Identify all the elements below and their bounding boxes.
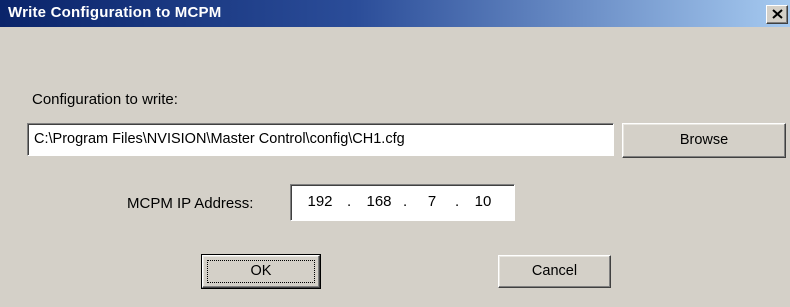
focus-rectangle (207, 260, 315, 283)
ip-octet-1[interactable]: 192 (303, 193, 337, 210)
ip-address-label: MCPM IP Address: (127, 195, 254, 212)
title-bar[interactable]: Write Configuration to MCPM (0, 0, 790, 27)
ip-octet-3[interactable]: 7 (415, 193, 449, 210)
close-icon (772, 9, 783, 19)
ip-address-input[interactable]: 192 . 168 . 7 . 10 (290, 184, 515, 221)
ip-separator: . (403, 193, 408, 210)
close-button[interactable] (766, 5, 788, 24)
configuration-label: Configuration to write: (32, 91, 178, 108)
write-config-dialog: Write Configuration to MCPM Configuratio… (0, 0, 790, 307)
cancel-button[interactable]: Cancel (498, 255, 611, 288)
configuration-path-input[interactable]: C:\Program Files\NVISION\Master Control\… (27, 123, 614, 156)
browse-button[interactable]: Browse (622, 123, 786, 158)
ip-separator: . (455, 193, 460, 210)
ip-octet-4[interactable]: 10 (466, 193, 500, 210)
ip-octet-2[interactable]: 168 (362, 193, 396, 210)
ip-separator: . (347, 193, 352, 210)
window-title: Write Configuration to MCPM (8, 4, 222, 21)
ok-button[interactable]: OK (201, 254, 321, 289)
